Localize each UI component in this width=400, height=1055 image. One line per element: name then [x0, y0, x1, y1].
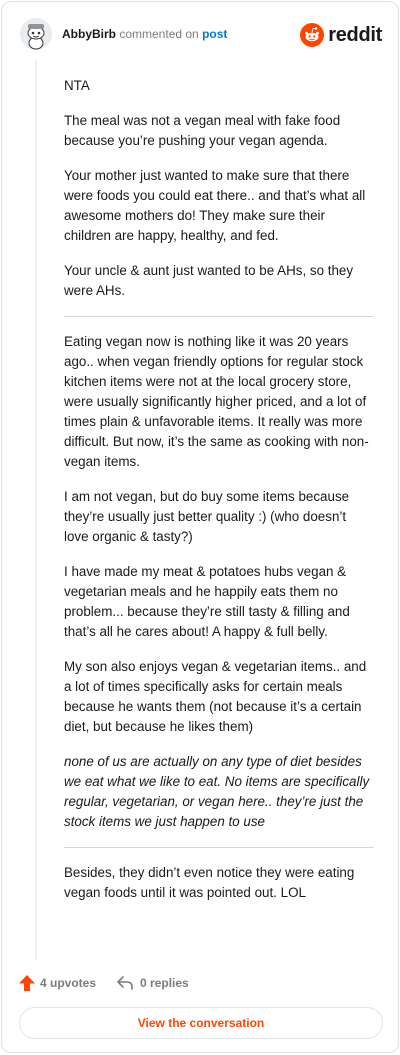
reply-icon — [117, 976, 133, 990]
comment-card: AbbyBirb commented on post reddit NTA Th… — [1, 1, 399, 1053]
username-link[interactable]: AbbyBirb — [62, 27, 116, 41]
comment-paragraph: My son also enjoys vegan & vegetarian it… — [64, 659, 367, 734]
replies-button[interactable]: 0 replies — [116, 974, 189, 992]
divider — [64, 847, 374, 848]
comment-paragraph: I am not vegan, but do buy some items be… — [64, 489, 350, 544]
reddit-logo-icon — [300, 23, 325, 47]
upvote-button[interactable]: 4 upvotes — [18, 974, 96, 992]
avatar[interactable] — [20, 18, 52, 50]
upvote-count: 4 upvotes — [40, 976, 97, 990]
comment-paragraph: Your mother just wanted to make sure tha… — [64, 168, 366, 243]
comment-paragraph: Eating vegan now is nothing like it was … — [64, 334, 369, 469]
reply-count: 0 replies — [140, 976, 189, 990]
comment-header: AbbyBirb commented on post reddit — [20, 18, 382, 54]
comment-paragraph: Your uncle & aunt just wanted to be AHs,… — [64, 263, 354, 298]
comment-paragraph: Besides, they didn’t even notice they we… — [64, 865, 355, 900]
comment-paragraph: I have made my meat & potatoes hubs vega… — [64, 564, 350, 639]
comment-paragraph: The meal was not a vegan meal with fake … — [64, 113, 341, 148]
comment-paragraph: NTA — [64, 78, 90, 93]
comment-actions: 4 upvotes 0 replies — [18, 972, 209, 994]
view-conversation-button[interactable]: View the conversation — [19, 1007, 383, 1039]
comment-body: NTA The meal was not a vegan meal with f… — [64, 76, 374, 918]
comment-paragraph-italic: none of us are actually on any type of d… — [64, 754, 370, 829]
post-link[interactable]: post — [202, 27, 227, 41]
thread-line[interactable] — [35, 60, 37, 960]
action-text: commented on — [119, 27, 199, 41]
comment-meta: AbbyBirb commented on post — [62, 27, 227, 41]
upvote-arrow-icon — [19, 975, 35, 991]
reddit-brand[interactable]: reddit — [300, 22, 382, 48]
divider — [64, 316, 374, 317]
reddit-wordmark: reddit — [328, 23, 382, 46]
avatar-snoo-icon — [20, 18, 52, 50]
